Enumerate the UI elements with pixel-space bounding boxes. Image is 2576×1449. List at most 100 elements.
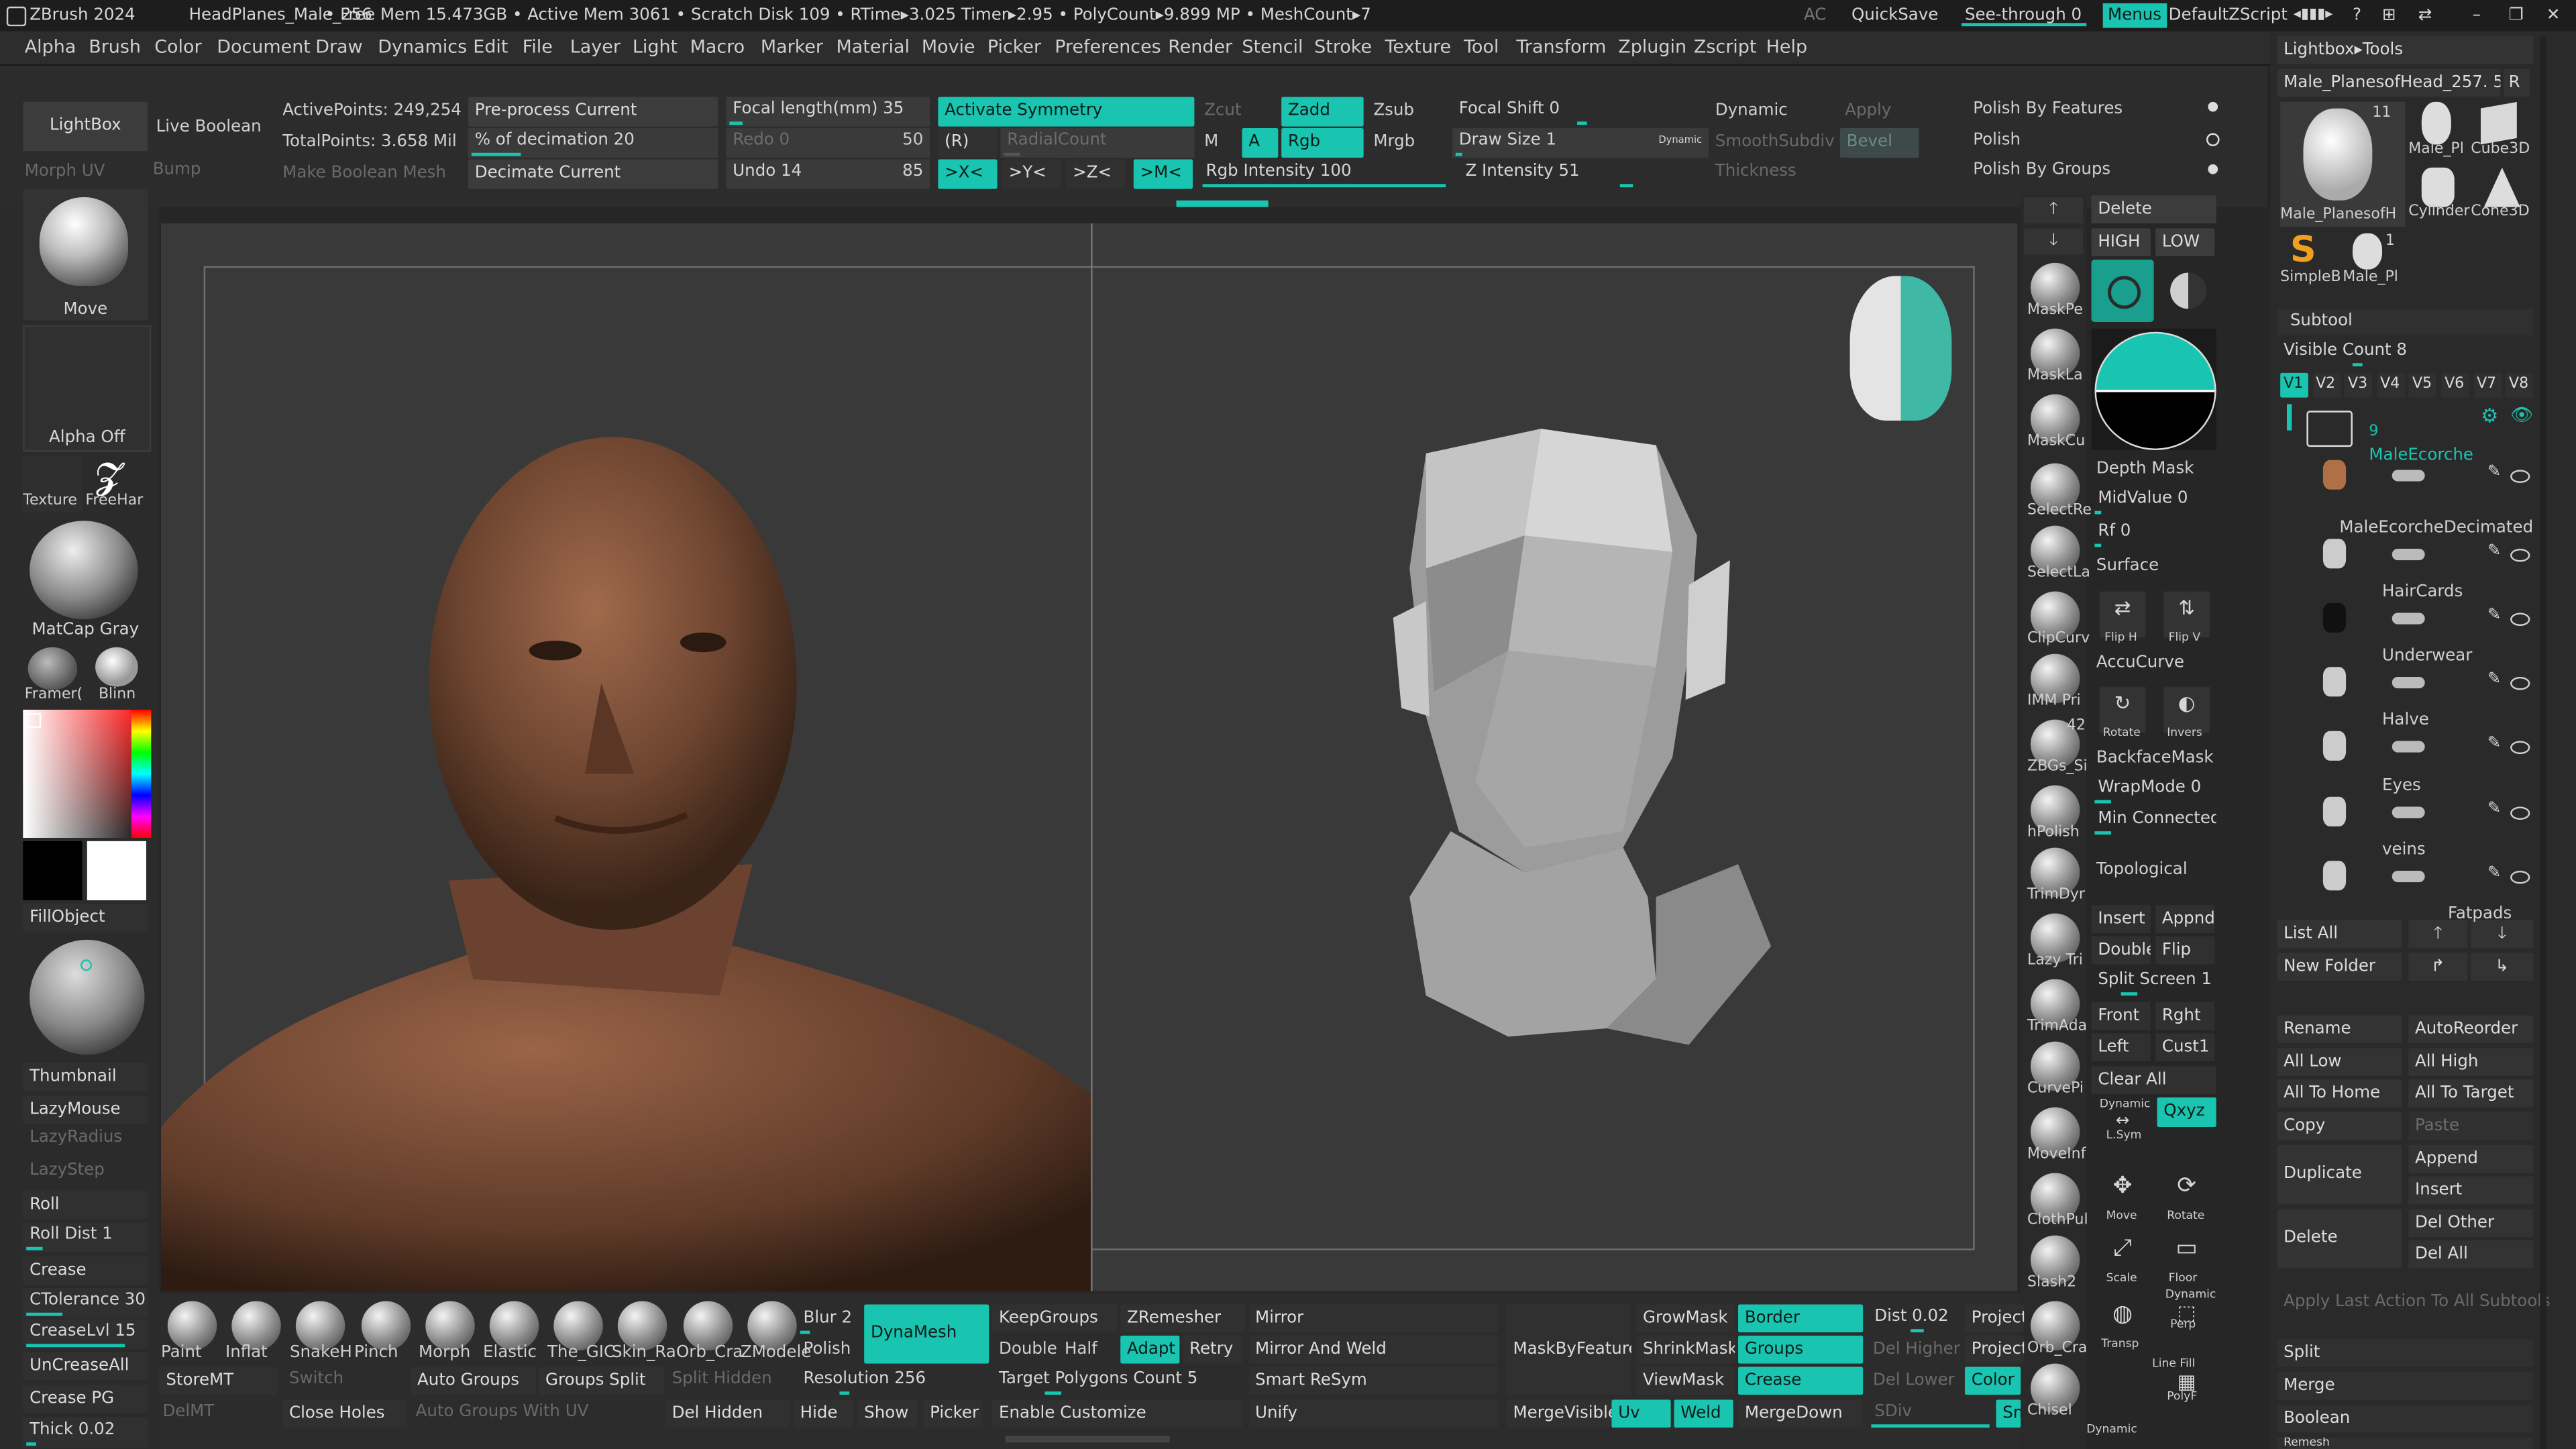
version-v6-button[interactable]: V6	[2441, 372, 2469, 398]
half-toggle[interactable]: Half	[1065, 1340, 1097, 1358]
view-mask-button[interactable]: ViewMask	[1636, 1366, 1735, 1395]
apply-button[interactable]: Apply	[1845, 102, 1891, 120]
menu-stroke[interactable]: Stroke	[1314, 32, 1372, 64]
alpha-picker[interactable]: Alpha Off	[23, 325, 152, 452]
version-v5-button[interactable]: V5	[2409, 372, 2437, 398]
radial-r-button[interactable]: (R)	[938, 128, 998, 158]
shelf-brush-17[interactable]: Chisel	[2027, 1360, 2083, 1423]
accucurve-button[interactable]: AccuCurve	[2096, 654, 2184, 672]
version-v8-button[interactable]: V8	[2506, 372, 2534, 398]
flip-button[interactable]: Flip	[2155, 936, 2215, 965]
split-divider[interactable]	[1091, 223, 1093, 1291]
crease-level-slider[interactable]: CreaseLvl 15	[23, 1319, 148, 1349]
zsub-button[interactable]: Zsub	[1373, 102, 1414, 120]
polyframe-icon[interactable]: ▦ PolyF	[2163, 1370, 2210, 1409]
low-button[interactable]: LOW	[2155, 228, 2215, 257]
subtool-toggle[interactable]	[2392, 806, 2425, 818]
polish-by-groups-slider[interactable]: Polish By Groups	[1973, 161, 2110, 179]
visibility-eye-icon[interactable]	[2510, 470, 2530, 484]
activate-symmetry-button[interactable]: Activate Symmetry	[938, 97, 1195, 127]
all-to-home-button[interactable]: All To Home	[2277, 1079, 2402, 1108]
project-button[interactable]: Project	[1964, 1304, 2025, 1333]
shelf-brush-3[interactable]: SelectRe	[2027, 460, 2092, 523]
quicksave-button[interactable]: QuickSave	[1851, 0, 1938, 32]
midvalue-slider[interactable]: MidValue 0	[2092, 486, 2216, 516]
subtool-item[interactable]: MaleEcorcheDecimated ✎	[2313, 509, 2536, 572]
paint-brush-icon[interactable]: ✎	[2487, 606, 2502, 625]
maximize-icon[interactable]: ❐	[2509, 0, 2524, 32]
copy-button[interactable]: Copy	[2277, 1112, 2402, 1140]
smart-resym-button[interactable]: Smart ReSym	[1248, 1366, 1499, 1395]
stroke-picker[interactable]: 𝓩 FreeHar	[85, 457, 148, 513]
wrapmode-slider[interactable]: WrapMode 0	[2092, 775, 2216, 805]
m-button[interactable]: M	[1204, 133, 1218, 151]
shelf-brush-2[interactable]: MaskCu	[2027, 391, 2085, 453]
bottom-brush-9[interactable]: ZModele	[741, 1301, 811, 1364]
visible-count-slider[interactable]: Visible Count 8	[2277, 338, 2533, 368]
layout-icon[interactable]: ◂▮▮▮▸	[2294, 0, 2333, 32]
del-hidden-button[interactable]: Del Hidden	[665, 1399, 790, 1428]
texture-picker[interactable]: Texture	[23, 456, 83, 513]
bottom-shelf-scroll[interactable]	[1005, 1436, 1170, 1443]
lazy-step-slider[interactable]: LazyStep	[30, 1161, 105, 1179]
visibility-eye-icon[interactable]	[2510, 676, 2530, 690]
menu-draw[interactable]: Draw	[315, 32, 362, 64]
append-button[interactable]: Appnd	[2155, 905, 2215, 934]
shelf-scroll-down[interactable]: 🡓	[2024, 228, 2084, 255]
split-button[interactable]: Split	[2277, 1338, 2534, 1367]
del-higher-button[interactable]: Del Higher	[1873, 1340, 1960, 1358]
local-symmetry-icon[interactable]: ↔ L.Sym	[2100, 1112, 2146, 1148]
lazymouse-button[interactable]: LazyMouse	[23, 1095, 148, 1124]
make-boolean-mesh-button[interactable]: Make Boolean Mesh	[282, 164, 446, 182]
sym-z-button[interactable]: >Z<	[1066, 159, 1126, 189]
hide-button[interactable]: Hide	[793, 1399, 853, 1428]
thumbnail-view[interactable]	[30, 939, 145, 1055]
weld-toggle[interactable]: Weld	[1674, 1399, 1733, 1428]
tool-thumb-cone[interactable]: Cone3D	[2471, 164, 2533, 223]
active-tool-thumb[interactable]: 11 Male_PlanesofH	[2280, 101, 2406, 227]
paint-brush-icon[interactable]: ✎	[2487, 670, 2502, 688]
high-button[interactable]: HIGH	[2091, 228, 2151, 257]
morph-uv-button[interactable]: Morph UV	[25, 162, 105, 180]
radial-count-slider[interactable]: RadialCount	[1000, 128, 1195, 158]
resolution-slider[interactable]: Resolution 256	[797, 1367, 984, 1397]
bottom-brush-8[interactable]: Orb_Cra	[676, 1301, 743, 1364]
decimation-slider[interactable]: % of decimation 20	[468, 128, 718, 158]
polish-slider[interactable]: Polish	[1973, 131, 2021, 150]
uv-toggle[interactable]: Uv	[1611, 1399, 1671, 1428]
depth-mask-button[interactable]: Depth Mask	[2096, 460, 2194, 478]
shelf-brush-11[interactable]: TrimAda	[2027, 976, 2087, 1038]
see-through-slider[interactable]: See-through 0	[1965, 0, 2082, 32]
flip-h-icon[interactable]: ⇄ Flip H	[2099, 591, 2146, 644]
groups-split-button[interactable]: Groups Split	[539, 1366, 664, 1395]
color-toggle[interactable]: Color	[1964, 1366, 2021, 1395]
brush-mode-contrast[interactable]	[2160, 260, 2216, 322]
clear-all-button[interactable]: Clear All	[2091, 1066, 2216, 1095]
backface-mask-button[interactable]: BackfaceMask	[2096, 749, 2214, 767]
shelf-scroll-up[interactable]: 🡑	[2024, 197, 2084, 224]
menu-picker[interactable]: Picker	[987, 32, 1041, 64]
blinn-material-icon[interactable]	[95, 647, 138, 687]
focal-shift-slider[interactable]: Focal Shift 0	[1452, 97, 1709, 126]
version-v4-button[interactable]: V4	[2377, 372, 2405, 398]
insert-button[interactable]: Insert	[2091, 905, 2151, 934]
show-button[interactable]: Show	[857, 1399, 917, 1428]
menu-light[interactable]: Light	[633, 32, 678, 64]
sym-x-button[interactable]: >X<	[938, 159, 998, 189]
groups-toggle[interactable]: Groups	[1738, 1336, 1864, 1364]
del-mt-button[interactable]: DelMT	[162, 1403, 214, 1421]
floor-icon[interactable]: ▭ Floor	[2163, 1232, 2210, 1285]
shelf-brush-13[interactable]: MoveInf	[2027, 1104, 2086, 1167]
move-icon[interactable]: ✥ Move	[2100, 1170, 2146, 1222]
autoreorder-button[interactable]: AutoReorder	[2408, 1015, 2534, 1044]
surface-button[interactable]: Surface	[2096, 557, 2159, 575]
subtool-item[interactable]: veins ✎	[2313, 831, 2536, 894]
menu-alpha[interactable]: Alpha	[25, 32, 76, 64]
rf-slider[interactable]: Rf 0	[2092, 519, 2216, 549]
framer-material-icon[interactable]	[28, 647, 78, 690]
menu-layer[interactable]: Layer	[570, 32, 621, 64]
main-color-swatch[interactable]	[87, 841, 146, 901]
auto-groups-button[interactable]: Auto Groups	[411, 1366, 536, 1395]
decimate-current-button[interactable]: Decimate Current	[468, 159, 718, 189]
current-tool-slider[interactable]: Male_PlanesofHead_257. 50	[2277, 68, 2501, 97]
